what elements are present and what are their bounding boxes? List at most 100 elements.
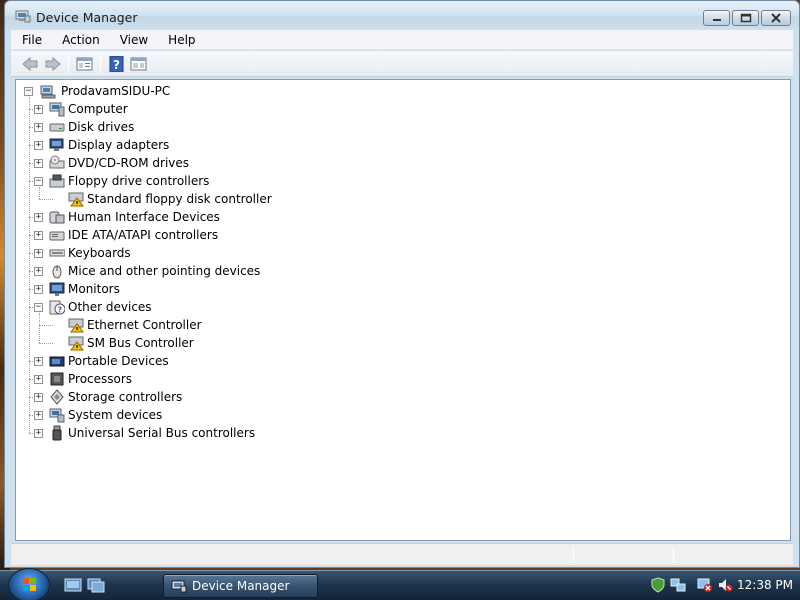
tree-item-label[interactable]: Floppy drive controllers: [68, 174, 209, 188]
hid-icon: [49, 211, 65, 224]
tree-item-label[interactable]: DVD/CD-ROM drives: [68, 156, 189, 170]
expand-toggle[interactable]: +: [34, 249, 43, 258]
status-bar-divider: [573, 547, 574, 563]
status-bar: [11, 543, 793, 565]
tree-item-label[interactable]: System devices: [68, 408, 162, 422]
console-tree-button[interactable]: [128, 54, 150, 74]
taskbar-button-label: Device Manager: [192, 579, 290, 593]
restore-icon: [740, 13, 751, 23]
forward-arrow-icon: [45, 56, 61, 72]
collapse-toggle[interactable]: −: [34, 177, 43, 186]
network-disconnected-icon[interactable]: [697, 577, 713, 593]
tree-item-label[interactable]: Other devices: [68, 300, 152, 314]
expand-toggle[interactable]: +: [34, 231, 43, 240]
warning-device-icon: [68, 192, 84, 207]
device-manager-icon: [171, 580, 187, 593]
taskbar-device-manager-button[interactable]: Device Manager: [163, 574, 318, 598]
expand-toggle[interactable]: +: [34, 105, 43, 114]
tree-item-label[interactable]: Disk drives: [68, 120, 134, 134]
expand-toggle[interactable]: +: [34, 141, 43, 150]
back-arrow-icon: [22, 56, 38, 72]
expand-toggle[interactable]: +: [34, 375, 43, 384]
help-button[interactable]: ?: [106, 54, 128, 74]
expand-toggle[interactable]: +: [34, 123, 43, 132]
svg-text:?: ?: [113, 58, 120, 72]
network-icon[interactable]: [670, 577, 686, 593]
menu-file[interactable]: File: [11, 30, 51, 50]
tree-child-label[interactable]: Ethernet Controller: [87, 318, 202, 332]
tree-connector: [39, 325, 53, 326]
tree-connector: [39, 187, 40, 199]
tree-item-label[interactable]: Portable Devices: [68, 354, 169, 368]
menu-help[interactable]: Help: [157, 30, 204, 50]
tree-item-label[interactable]: Universal Serial Bus controllers: [68, 426, 255, 440]
toolbar-separator: [100, 55, 101, 73]
tree-item-label[interactable]: Storage controllers: [68, 390, 182, 404]
toolbar: ?: [11, 51, 793, 77]
warning-device-icon: [68, 336, 84, 351]
expand-toggle[interactable]: +: [34, 285, 43, 294]
tree-item-label[interactable]: Keyboards: [68, 246, 131, 260]
device-manager-window: Device Manager File Action View Help ? −…: [4, 0, 800, 568]
processor-icon: [50, 372, 64, 386]
dvd-drive-icon: [49, 155, 65, 169]
warning-device-icon: [68, 318, 84, 333]
expand-toggle[interactable]: +: [34, 159, 43, 168]
show-desktop-icon[interactable]: [64, 577, 82, 593]
tree-item-label[interactable]: Human Interface Devices: [68, 210, 220, 224]
tree-root-label[interactable]: ProdavamSIDU-PC: [61, 84, 170, 98]
tree-item-label[interactable]: Processors: [68, 372, 132, 386]
tree-connector: [39, 343, 53, 344]
portable-device-icon: [49, 356, 65, 367]
toolbar-separator: [68, 55, 69, 73]
title-bar[interactable]: Device Manager: [5, 1, 799, 31]
minimize-icon: [712, 19, 721, 21]
properties-view-icon: [76, 57, 93, 71]
tree-child-label[interactable]: SM Bus Controller: [87, 336, 194, 350]
usb-icon: [52, 425, 62, 441]
tree-item-label[interactable]: Mice and other pointing devices: [68, 264, 260, 278]
tree-item-label[interactable]: Monitors: [68, 282, 120, 296]
help-icon: ?: [109, 56, 124, 72]
computer-root-icon: [40, 85, 56, 99]
tree-item-label[interactable]: IDE ATA/ATAPI controllers: [68, 228, 218, 242]
floppy-controller-icon: [49, 174, 65, 188]
forward-button[interactable]: [42, 54, 64, 74]
expand-toggle[interactable]: +: [34, 357, 43, 366]
taskbar: Device Manager 12:38 PM: [0, 568, 800, 600]
close-button[interactable]: [761, 10, 791, 26]
back-button[interactable]: [19, 54, 41, 74]
expand-toggle[interactable]: +: [34, 213, 43, 222]
display-adapter-icon: [49, 138, 64, 151]
expand-toggle[interactable]: +: [34, 267, 43, 276]
properties-view-button[interactable]: [74, 54, 96, 74]
tree-connector: [29, 97, 30, 433]
switch-windows-icon[interactable]: [87, 577, 105, 593]
tree-item-label[interactable]: Display adapters: [68, 138, 169, 152]
menu-view[interactable]: View: [109, 30, 157, 50]
minimize-button[interactable]: [703, 10, 730, 26]
tree-item-label[interactable]: Computer: [68, 102, 128, 116]
expand-toggle[interactable]: +: [34, 411, 43, 420]
computer-icon: [49, 102, 65, 117]
menu-action[interactable]: Action: [51, 30, 109, 50]
tree-child-label[interactable]: Standard floppy disk controller: [87, 192, 272, 206]
close-icon: [771, 13, 781, 23]
volume-muted-icon[interactable]: [717, 577, 733, 593]
expand-toggle[interactable]: +: [34, 429, 43, 438]
storage-controller-icon: [50, 389, 64, 405]
keyboard-icon: [49, 249, 65, 257]
tree-connector: [39, 313, 40, 343]
collapse-toggle[interactable]: −: [24, 87, 33, 96]
maximize-button[interactable]: [732, 10, 759, 26]
windows-start-orb-icon: [23, 578, 36, 591]
disk-drive-icon: [49, 123, 65, 132]
start-button[interactable]: [8, 568, 50, 600]
monitor-icon: [49, 282, 65, 296]
expand-toggle[interactable]: +: [34, 393, 43, 402]
clock[interactable]: 12:38 PM: [737, 578, 793, 592]
menu-bar: File Action View Help: [11, 30, 793, 50]
collapse-toggle[interactable]: −: [34, 303, 43, 312]
svg-text:?: ?: [58, 306, 63, 315]
security-shield-icon[interactable]: [650, 577, 666, 593]
